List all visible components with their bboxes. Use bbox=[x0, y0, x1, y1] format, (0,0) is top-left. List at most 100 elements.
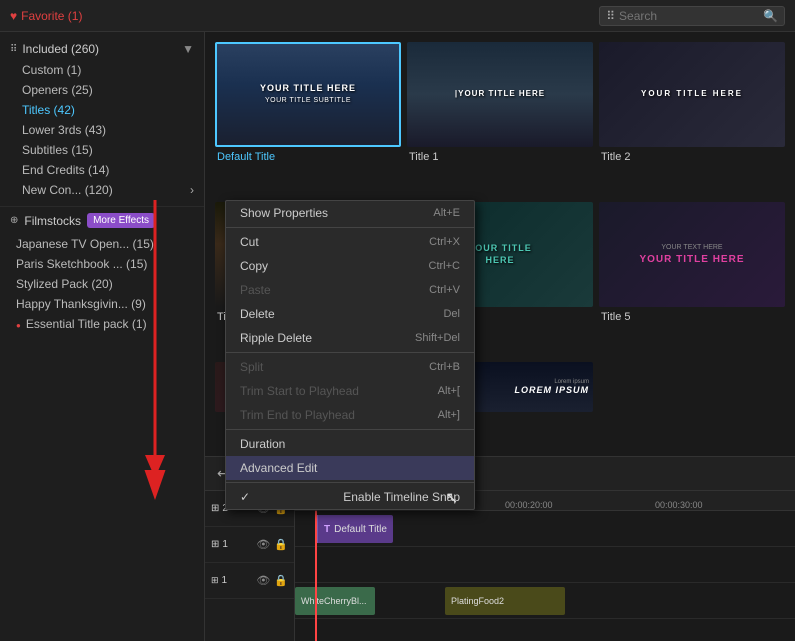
title-clip[interactable]: T Default Title bbox=[315, 515, 393, 543]
title-label-2: Title 2 bbox=[599, 151, 785, 163]
title-item-5[interactable]: YOUR TEXT HERE Your Title Here Title 5 bbox=[599, 202, 785, 356]
video-clip-cherry-label: WhiteCherryBl... bbox=[301, 596, 367, 606]
title-item-default[interactable]: YOUR TITLE HEREYOUR TITLE SUBTITLE Defau… bbox=[215, 42, 401, 196]
track-video-icon: ⊞ bbox=[211, 575, 219, 586]
ctx-advanced-edit[interactable]: Advanced Edit bbox=[226, 456, 474, 480]
ctx-sep-3 bbox=[226, 429, 474, 430]
title-item-1[interactable]: |YOUR TITLE HERE Title 1 bbox=[407, 42, 593, 196]
ctx-paste: Paste Ctrl+V bbox=[226, 278, 474, 302]
top-bar: ♥ Favorite (1) ⠿ 🔍 bbox=[0, 0, 795, 32]
title-label-default: Default Title bbox=[215, 151, 401, 163]
timeline-tracks-labels: ⊞ 2 👁 🔒 ⊞ 1 👁 bbox=[205, 491, 295, 641]
title-thumb-5[interactable]: YOUR TEXT HERE Your Title Here bbox=[599, 202, 785, 307]
title-label-1: Title 1 bbox=[407, 151, 593, 163]
ctx-paste-shortcut: Ctrl+V bbox=[429, 284, 460, 296]
ctx-delete[interactable]: Delete Del bbox=[226, 302, 474, 326]
ctx-duration-label: Duration bbox=[240, 437, 285, 451]
playhead[interactable] bbox=[315, 511, 317, 641]
title-item-2[interactable]: YOUR TITLE HERE Title 2 bbox=[599, 42, 785, 196]
filmstock-item-japanese[interactable]: Japanese TV Open... (15) bbox=[0, 234, 204, 254]
title-thumb-1[interactable]: |YOUR TITLE HERE bbox=[407, 42, 593, 147]
search-icon: 🔍 bbox=[763, 9, 778, 23]
filmstock-item-essential[interactable]: Essential Title pack (1) bbox=[0, 314, 204, 334]
sidebar-included-header[interactable]: ⠿ Included (260) ▼ bbox=[0, 38, 204, 60]
track-2-icon: ⊞ bbox=[211, 503, 219, 514]
sidebar-item-endcredits[interactable]: End Credits (14) bbox=[0, 160, 204, 180]
filmstocks-label: Filmstocks bbox=[24, 214, 81, 228]
included-label: Included (260) bbox=[22, 42, 99, 56]
sidebar-item-titles[interactable]: Titles (42) bbox=[0, 100, 204, 120]
sidebar-item-openers[interactable]: Openers (25) bbox=[0, 80, 204, 100]
ctx-duration[interactable]: Duration bbox=[226, 432, 474, 456]
thumb-text-5: Your Title Here bbox=[639, 253, 744, 266]
ctx-enable-snap[interactable]: ✓ Enable Timeline Snap bbox=[226, 485, 474, 509]
ctx-split-label: Split bbox=[240, 360, 263, 374]
track-label-video: ⊞ 1 👁 🔒 bbox=[205, 563, 294, 599]
track-video-icons: 👁 🔒 bbox=[256, 574, 288, 587]
track-label-1: ⊞ 1 👁 🔒 bbox=[205, 527, 294, 563]
ctx-trim-end-label: Trim End to Playhead bbox=[240, 408, 355, 422]
title-clip-icon: T bbox=[324, 524, 330, 535]
thumb-text-1: |YOUR TITLE HERE bbox=[455, 89, 545, 99]
title-thumb-default[interactable]: YOUR TITLE HEREYOUR TITLE SUBTITLE bbox=[215, 42, 401, 147]
thumb-text-4: YOUR TITLEHERE bbox=[468, 243, 532, 266]
chevron-down-icon: ▼ bbox=[182, 42, 194, 56]
ctx-show-properties-shortcut: Alt+E bbox=[433, 207, 460, 219]
ctx-paste-label: Paste bbox=[240, 283, 271, 297]
ctx-split: Split Ctrl+B bbox=[226, 355, 474, 379]
ctx-split-shortcut: Ctrl+B bbox=[429, 361, 460, 373]
track-1-icon: ⊞ bbox=[211, 539, 219, 550]
ctx-trim-start: Trim Start to Playhead Alt+[ bbox=[226, 379, 474, 403]
more-effects-button[interactable]: More Effects bbox=[87, 213, 155, 228]
ctx-ripple-delete-shortcut: Shift+Del bbox=[415, 332, 460, 344]
ctx-trim-start-label: Trim Start to Playhead bbox=[240, 384, 359, 398]
track-1-number: 1 bbox=[222, 539, 228, 550]
ruler-tick-30: 00:00:30:00 bbox=[655, 500, 703, 510]
title-label-5: Title 5 bbox=[599, 311, 785, 323]
search-input[interactable] bbox=[619, 9, 759, 23]
filmstock-item-stylized[interactable]: Stylized Pack (20) bbox=[0, 274, 204, 294]
ctx-copy-label: Copy bbox=[240, 259, 268, 273]
timeline-ruler-area: 00:00:00:00 00:00:20:00 00:00:30:00 T De… bbox=[295, 491, 795, 641]
filmstock-item-thanksgiving[interactable]: Happy Thanksgivin... (9) bbox=[0, 294, 204, 314]
sidebar-item-custom[interactable]: Custom (1) bbox=[0, 60, 204, 80]
ctx-ripple-delete[interactable]: Ripple Delete Shift+Del bbox=[226, 326, 474, 350]
title-thumb-2[interactable]: YOUR TITLE HERE bbox=[599, 42, 785, 147]
track-1-eye-icon[interactable]: 👁 bbox=[256, 538, 270, 551]
filmstock-item-paris[interactable]: Paris Sketchbook ... (15) bbox=[0, 254, 204, 274]
ctx-cut-label: Cut bbox=[240, 235, 259, 249]
search-bar[interactable]: ⠿ 🔍 bbox=[599, 6, 785, 26]
video-clip-cherry[interactable]: WhiteCherryBl... bbox=[295, 587, 375, 615]
ctx-trim-end: Trim End to Playhead Alt+] bbox=[226, 403, 474, 427]
track-row-video: WhiteCherryBl... PlatingFood2 bbox=[295, 583, 795, 619]
ctx-cut-shortcut: Ctrl+X bbox=[429, 236, 460, 248]
ctx-snap-check: ✓ bbox=[240, 490, 250, 504]
ctx-trim-end-shortcut: Alt+] bbox=[438, 409, 460, 421]
track-video-eye-icon[interactable]: 👁 bbox=[256, 574, 270, 587]
sidebar-item-newcon[interactable]: New Con... (120) › bbox=[0, 180, 204, 200]
context-menu: Show Properties Alt+E Cut Ctrl+X Copy Ct… bbox=[225, 200, 475, 510]
ctx-cut[interactable]: Cut Ctrl+X bbox=[226, 230, 474, 254]
ctx-sep-1 bbox=[226, 227, 474, 228]
ruler-tick-20: 00:00:20:00 bbox=[505, 500, 553, 510]
track-1-lock-icon[interactable]: 🔒 bbox=[274, 538, 288, 551]
sidebar-item-lower3rds[interactable]: Lower 3rds (43) bbox=[0, 120, 204, 140]
ctx-advanced-edit-label: Advanced Edit bbox=[240, 461, 317, 475]
ctx-copy[interactable]: Copy Ctrl+C bbox=[226, 254, 474, 278]
sidebar-item-subtitles[interactable]: Subtitles (15) bbox=[0, 140, 204, 160]
heart-icon: ♥ bbox=[10, 9, 17, 23]
track-row-1 bbox=[295, 547, 795, 583]
track-video-lock-icon[interactable]: 🔒 bbox=[274, 574, 288, 587]
video-clip-food[interactable]: PlatingFood2 bbox=[445, 587, 565, 615]
ctx-sep-2 bbox=[226, 352, 474, 353]
ctx-delete-label: Delete bbox=[240, 307, 275, 321]
grid-icon: ⠿ bbox=[10, 44, 17, 55]
ctx-ripple-delete-label: Ripple Delete bbox=[240, 331, 312, 345]
thumb-text-7: Lorem Ipsum bbox=[514, 385, 589, 397]
favorite-button[interactable]: ♥ Favorite (1) bbox=[10, 9, 82, 23]
sidebar-header-left: ⠿ Included (260) bbox=[10, 42, 99, 56]
filmstocks-header: ⊕ Filmstocks More Effects bbox=[0, 207, 204, 234]
ctx-show-properties[interactable]: Show Properties Alt+E bbox=[226, 201, 474, 225]
grid-dots-icon: ⠿ bbox=[606, 9, 615, 23]
thumb-text-5-sub: YOUR TEXT HERE bbox=[661, 244, 722, 251]
